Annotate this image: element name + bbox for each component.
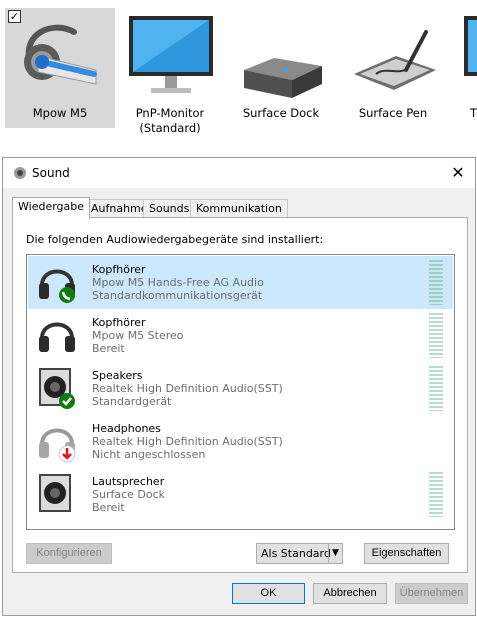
list-item[interactable]: Lautsprecher Surface Dock Bereit [28,468,453,521]
device-label: PnP-Monitor (Standard) [115,106,225,136]
sound-app-icon [14,167,26,179]
set-default-label: Als Standard [261,547,331,560]
headset-icon [24,24,97,85]
cancel-button[interactable]: Abbrechen [313,583,387,604]
close-icon[interactable]: ✕ [447,163,469,183]
speaker-icon [39,368,75,409]
device-name: Kopfhörer [92,316,146,329]
set-default-button[interactable]: Als Standard ▼ [256,543,343,564]
headphones-icon [39,428,76,463]
dock-icon [244,58,322,98]
device-status: Nicht angeschlossen [92,448,206,461]
device-name: Lautsprecher [92,475,165,488]
configure-button[interactable]: Konfigurieren [26,543,112,564]
monitor-label-line2: (Standard) [139,121,201,135]
device-surface-pen[interactable]: Surface Pen [338,8,448,128]
device-surface-dock[interactable]: Surface Dock [226,8,336,128]
device-status: Standardgerät [92,395,172,408]
device-label: T [470,106,477,120]
device-name: Speakers [92,369,143,382]
volume-meter [429,472,443,517]
device-label: Surface Pen [358,106,428,120]
device-description: Surface Dock [92,488,166,501]
chevron-down-icon[interactable]: ▼ [328,544,342,563]
device-description: Mpow M5 Stereo [92,329,184,342]
device-name: Kopfhörer [92,263,146,276]
title-bar: Sound ✕ [3,158,475,188]
volume-meter [429,313,443,358]
device-partial[interactable]: T [450,8,477,128]
sound-dialog: Sound ✕ Wiedergabe Aufnahme Sounds Kommu… [2,157,476,616]
device-description: Realtek High Definition Audio(SST) [92,435,283,448]
monitor-icon [129,16,213,93]
device-name: Headphones [92,422,161,435]
volume-meter [429,260,443,305]
list-item[interactable]: Kopfhörer Mpow M5 Stereo Bereit [28,309,453,362]
properties-button[interactable]: Eigenschaften [364,543,449,564]
volume-meter [429,366,443,411]
tab-wiedergabe[interactable]: Wiedergabe [12,197,91,219]
device-status: Bereit [92,342,125,355]
headphones-icon [39,269,75,303]
device-mpow-m5[interactable]: ✓ Mpow M5 [5,8,115,128]
apply-button[interactable]: Übernehmen [395,583,468,604]
ok-button[interactable]: OK [232,583,305,604]
dialog-title: Sound [32,166,70,180]
device-pnp-monitor[interactable]: PnP-Monitor (Standard) [115,8,225,135]
partial-device-icon [464,16,477,76]
tab-kommunikation[interactable]: Kommunikation [190,199,288,218]
device-label: Mpow M5 [32,106,88,120]
list-item[interactable]: Speakers Realtek High Definition Audio(S… [28,362,453,415]
list-item[interactable]: Headphones Realtek High Definition Audio… [28,415,453,468]
tab-sounds[interactable]: Sounds [143,199,196,218]
list-item[interactable]: Kopfhörer Mpow M5 Hands-Free AG Audio St… [28,256,453,309]
device-label: Surface Dock [242,106,320,120]
panel-intro: Die folgenden Audiowiedergabegeräte sind… [26,233,324,246]
device-status: Standardkommunikationsgerät [92,289,263,302]
device-status: Bereit [92,501,125,514]
device-strip: ✓ Mpow M5 PnP-Monitor (Standard) Surface… [0,0,477,150]
device-list[interactable]: Kopfhörer Mpow M5 Hands-Free AG Audio St… [26,254,455,530]
monitor-label-line1: PnP-Monitor [135,106,205,120]
device-description: Realtek High Definition Audio(SST) [92,382,283,395]
headphones-icon [39,322,75,352]
playback-panel: Die folgenden Audiowiedergabegeräte sind… [12,217,468,573]
device-description: Mpow M5 Hands-Free AG Audio [92,276,264,289]
pen-tablet-icon [354,30,436,90]
speaker-icon [39,474,71,512]
